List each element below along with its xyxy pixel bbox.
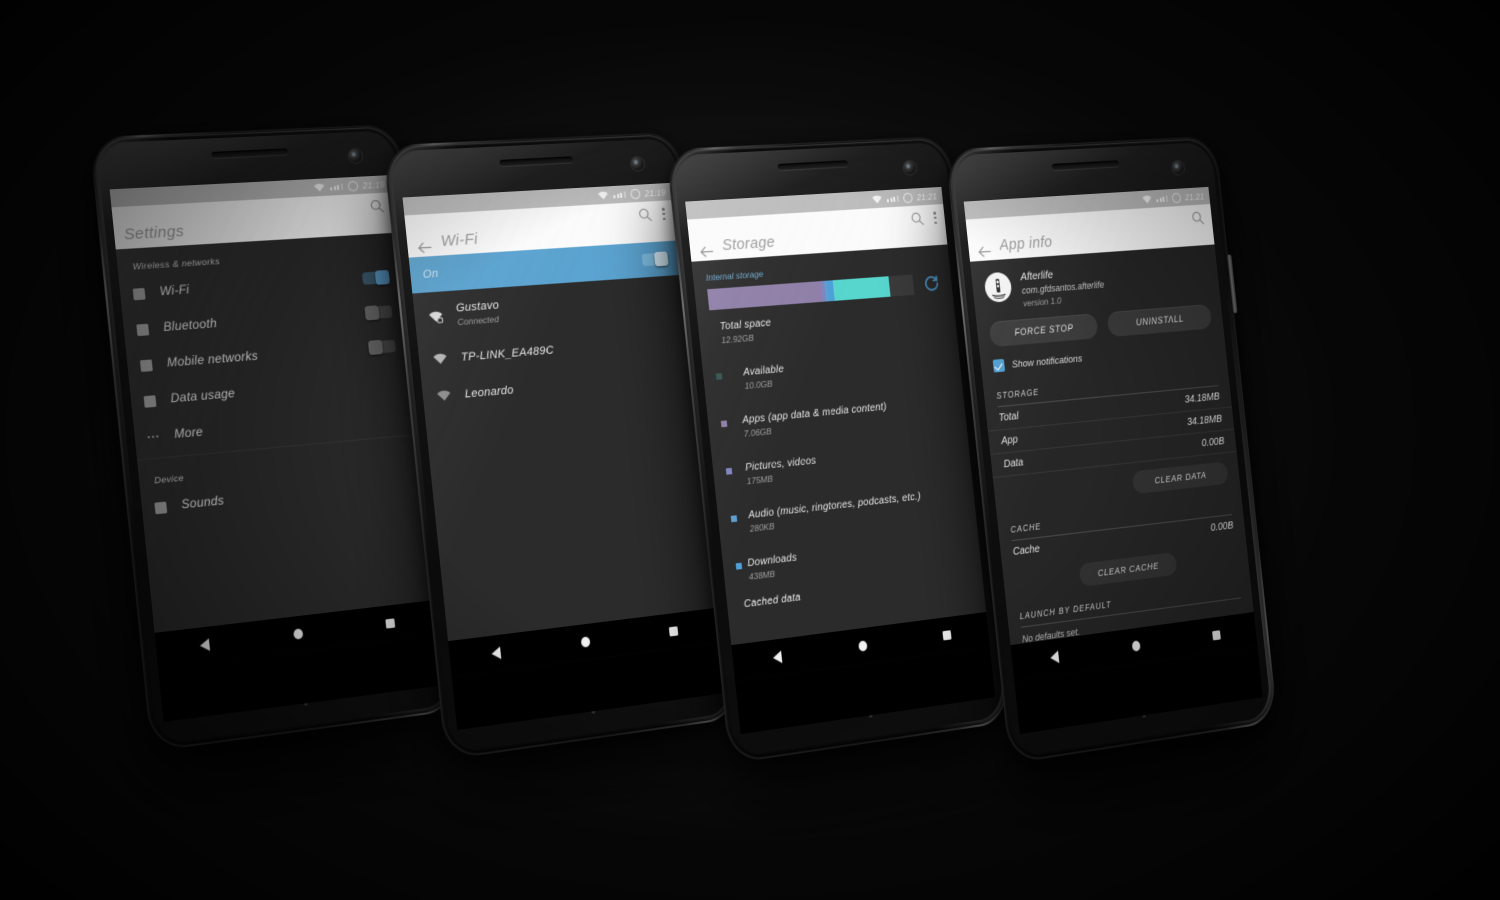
line-value: 34.18MB bbox=[1186, 413, 1223, 429]
settings-list: Wireless & networks Wi-Fi Bluetooth Mobi… bbox=[115, 232, 434, 634]
settings-item-label: Sounds bbox=[180, 494, 225, 512]
appinfo-screen-content: Afterlife com.gfdsantos.afterlife versio… bbox=[970, 244, 1254, 646]
home-circle-icon[interactable] bbox=[293, 628, 304, 640]
storage-row-name: Pictures, videos bbox=[744, 455, 817, 474]
legend-dot bbox=[715, 373, 723, 380]
settings-item-sounds[interactable]: Sounds bbox=[140, 464, 423, 527]
phone-stage: 21:19 Settings Wireless & networks Wi-Fi bbox=[0, 0, 1500, 900]
front-camera bbox=[348, 149, 363, 163]
wifi-master-toggle[interactable] bbox=[641, 251, 669, 267]
line-value: 34.18MB bbox=[1184, 391, 1221, 406]
storage-row-name: Available bbox=[742, 363, 785, 379]
battery-circle-icon bbox=[1171, 192, 1182, 203]
wifi-locked-icon bbox=[432, 351, 449, 366]
refresh-icon[interactable] bbox=[922, 274, 940, 293]
uninstall-button[interactable]: UNINSTALL bbox=[1106, 304, 1213, 338]
bluetooth-icon bbox=[136, 323, 150, 336]
back-triangle-icon[interactable] bbox=[772, 650, 783, 665]
app-version: version 1.0 bbox=[1022, 295, 1062, 309]
front-camera bbox=[1171, 160, 1185, 175]
show-notifications-label: Show notifications bbox=[1011, 352, 1083, 371]
legend-dot bbox=[730, 515, 738, 523]
line-key: Total bbox=[998, 410, 1020, 425]
battery-circle-icon bbox=[347, 180, 359, 192]
search-icon[interactable] bbox=[1191, 211, 1205, 226]
afterlife-app-icon bbox=[983, 271, 1013, 303]
earpiece-speaker bbox=[499, 156, 573, 167]
clear-cache-button[interactable]: CLEAR CACHE bbox=[1078, 551, 1178, 587]
earpiece-speaker bbox=[211, 148, 288, 159]
storage-row-value: 438MB bbox=[748, 568, 776, 583]
line-value: 0.00B bbox=[1210, 520, 1234, 535]
wifi-icon bbox=[1142, 194, 1153, 204]
wifi-icon bbox=[872, 194, 883, 204]
mobile-toggle[interactable] bbox=[367, 339, 397, 356]
phone-screen-appinfo: 21:21 App info Afterlife com.gfdsantos.a… bbox=[963, 186, 1254, 646]
cache-line: Cache 0.00B bbox=[1000, 514, 1246, 565]
line-key: Cache bbox=[1012, 543, 1041, 559]
wifi-icon bbox=[598, 190, 610, 200]
back-arrow-icon[interactable] bbox=[977, 244, 993, 261]
settings-item-label: Wi-Fi bbox=[159, 283, 191, 299]
overflow-menu-icon[interactable] bbox=[933, 211, 938, 225]
wifi-network-name: Leonardo bbox=[464, 383, 515, 401]
earpiece-speaker bbox=[777, 160, 848, 171]
wifi-open-icon bbox=[436, 388, 453, 403]
earpiece-speaker bbox=[1051, 160, 1120, 171]
back-triangle-icon[interactable] bbox=[490, 646, 502, 661]
signal-icon bbox=[613, 191, 626, 198]
line-value: 0.00B bbox=[1201, 435, 1225, 450]
recents-square-icon[interactable] bbox=[1212, 629, 1221, 640]
front-camera bbox=[630, 156, 645, 171]
storage-row-cached[interactable]: Cached data bbox=[726, 565, 984, 624]
overflow-menu-icon[interactable] bbox=[662, 207, 666, 221]
storage-row-name: Total space bbox=[719, 317, 772, 333]
search-icon[interactable] bbox=[638, 207, 653, 222]
signal-icon bbox=[886, 194, 899, 202]
storage-seg-free bbox=[888, 274, 915, 297]
back-triangle-icon[interactable] bbox=[199, 638, 210, 653]
wifi-icon bbox=[314, 183, 326, 193]
front-camera bbox=[903, 160, 917, 175]
wifi-locked-icon bbox=[427, 309, 444, 324]
search-icon[interactable] bbox=[369, 199, 384, 214]
checkbox-checked-icon[interactable] bbox=[992, 358, 1006, 373]
storage-row-name: Downloads bbox=[746, 552, 798, 570]
wifi-toggle[interactable] bbox=[361, 269, 391, 285]
settings-item-label: More bbox=[173, 426, 204, 442]
search-icon[interactable] bbox=[911, 211, 925, 226]
wifi-screen-content: On Gustavo Connected TP-LINK_EA489C Leon… bbox=[408, 240, 715, 642]
back-arrow-icon[interactable] bbox=[416, 240, 433, 257]
storage-row-value: 175MB bbox=[746, 473, 774, 487]
storage-row-name: Cached data bbox=[743, 591, 802, 611]
home-circle-icon[interactable] bbox=[858, 640, 869, 652]
bluetooth-toggle[interactable] bbox=[364, 305, 393, 321]
clear-data-button[interactable]: CLEAR DATA bbox=[1131, 461, 1229, 495]
phone-screen-wifi: 21:19 Wi-Fi On Gustavo Connected TP-LINK… bbox=[402, 182, 715, 642]
recents-square-icon[interactable] bbox=[385, 617, 396, 629]
signal-icon bbox=[330, 183, 344, 190]
line-key: App bbox=[1000, 434, 1019, 448]
legend-dot bbox=[725, 467, 733, 475]
sounds-icon bbox=[154, 501, 168, 514]
settings-item-label: Mobile networks bbox=[166, 350, 259, 370]
recents-square-icon[interactable] bbox=[942, 629, 952, 640]
wifi-master-label: On bbox=[422, 267, 440, 282]
signal-icon bbox=[1156, 194, 1168, 202]
status-time: 21:21 bbox=[1184, 190, 1205, 203]
status-time: 21:19 bbox=[644, 186, 667, 199]
back-triangle-icon[interactable] bbox=[1049, 650, 1060, 665]
status-time: 21:19 bbox=[362, 178, 386, 191]
data-usage-icon bbox=[143, 394, 157, 408]
battery-circle-icon bbox=[629, 188, 641, 199]
